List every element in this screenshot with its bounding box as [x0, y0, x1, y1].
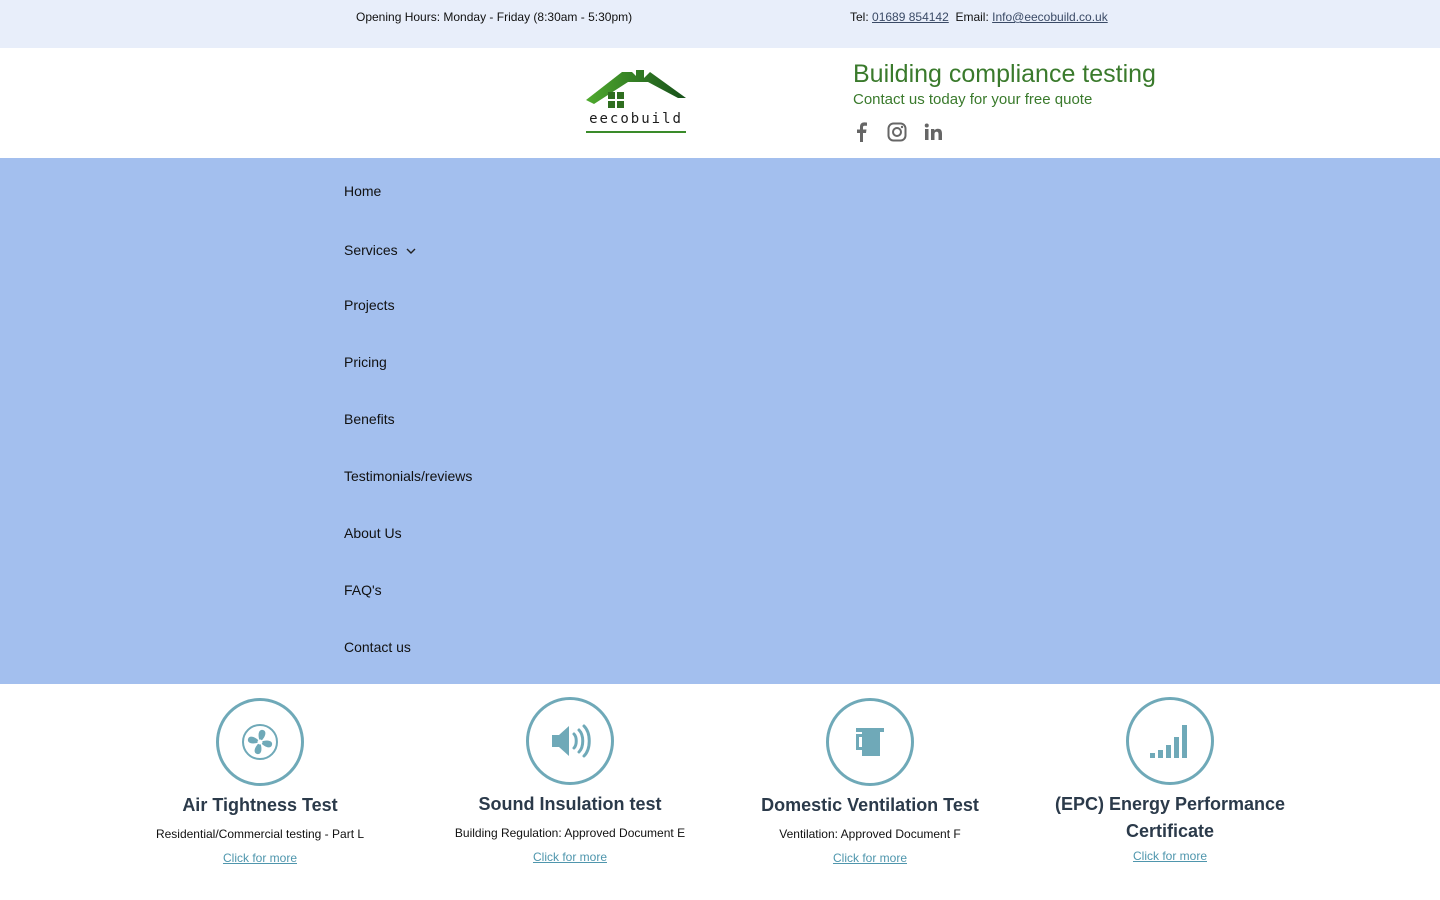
email-label: Email:: [955, 10, 993, 24]
service-desc: Ventilation: Approved Document F: [779, 827, 961, 841]
site-header: eecobuild Building compliance testing Co…: [0, 48, 1440, 158]
instagram-icon[interactable]: [886, 121, 908, 143]
nav-label: Contact us: [344, 639, 411, 655]
speaker-icon: [526, 697, 614, 785]
email-link[interactable]: Info@eecobuild.co.uk: [992, 10, 1108, 24]
signal-bars-icon: [1126, 697, 1214, 785]
phone-link[interactable]: 01689 854142: [872, 10, 949, 24]
opening-hours: Opening Hours: Monday - Friday (8:30am -…: [356, 10, 633, 24]
service-card-sound-insulation: Sound Insulation test Building Regulatio…: [430, 697, 710, 866]
nav-item-contact-us[interactable]: Contact us: [344, 639, 411, 655]
nav-item-home[interactable]: Home: [344, 183, 381, 199]
linkedin-icon[interactable]: [922, 121, 944, 143]
service-desc: Residential/Commercial testing - Part L: [155, 827, 365, 841]
header-subtitle: Contact us today for your free quote: [853, 91, 1093, 108]
nav-item-about-us[interactable]: About Us: [344, 525, 402, 541]
fan-icon: [216, 698, 304, 786]
click-for-more-link[interactable]: Click for more: [833, 851, 907, 865]
services-section: Air Tightness Test Residential/Commercia…: [0, 684, 1440, 900]
tel-label: Tel:: [850, 10, 873, 24]
service-desc: Building Regulation: Approved Document E: [454, 826, 686, 840]
header-title: Building compliance testing: [853, 60, 1156, 88]
service-title: Sound Insulation test: [478, 794, 662, 814]
service-title: Air Tightness Test: [182, 795, 338, 815]
logo-wordmark: eecobuild: [589, 111, 683, 127]
header-tagline: Building compliance testing Contact us t…: [853, 60, 1156, 108]
nav-item-benefits[interactable]: Benefits: [344, 411, 395, 427]
service-title: (EPC) Energy Performance Certificate: [1054, 794, 1286, 841]
contact-info: Tel: 01689 854142 Email: Info@eecobuild.…: [850, 10, 1108, 24]
service-card-epc: (EPC) Energy Performance Certificate Cli…: [1050, 697, 1290, 865]
top-info-bar: Opening Hours: Monday - Friday (8:30am -…: [0, 0, 1440, 48]
click-for-more-link[interactable]: Click for more: [1133, 849, 1207, 863]
nav-item-services[interactable]: Services: [344, 242, 416, 258]
service-card-air-tightness: Air Tightness Test Residential/Commercia…: [140, 698, 380, 867]
nav-item-pricing[interactable]: Pricing: [344, 354, 387, 370]
social-links: [850, 121, 944, 143]
service-card-domestic-ventilation: Domestic Ventilation Test Ventilation: A…: [740, 698, 1000, 867]
main-navigation: Home Services Projects Pricing Benefits …: [0, 158, 1440, 684]
eecobuild-logo[interactable]: eecobuild: [584, 68, 688, 136]
nav-label: Projects: [344, 297, 395, 313]
logo-underline: [586, 131, 686, 133]
service-title: Domestic Ventilation Test: [761, 795, 979, 815]
nav-label: About Us: [344, 525, 402, 541]
nav-label: Testimonials/reviews: [344, 468, 473, 484]
nav-item-projects[interactable]: Projects: [344, 297, 395, 313]
nav-item-testimonials[interactable]: Testimonials/reviews: [344, 468, 472, 484]
nav-label: FAQ's: [344, 582, 382, 598]
nav-label: Benefits: [344, 411, 395, 427]
ventilation-icon: [826, 698, 914, 786]
nav-label: Home: [344, 183, 382, 199]
nav-label: Pricing: [344, 354, 387, 370]
click-for-more-link[interactable]: Click for more: [223, 851, 297, 865]
house-roof-icon: [586, 70, 686, 108]
facebook-icon[interactable]: [850, 121, 872, 143]
chevron-down-icon: [406, 242, 416, 258]
nav-item-faqs[interactable]: FAQ's: [344, 582, 382, 598]
nav-label: Services: [344, 242, 398, 258]
click-for-more-link[interactable]: Click for more: [533, 850, 607, 864]
